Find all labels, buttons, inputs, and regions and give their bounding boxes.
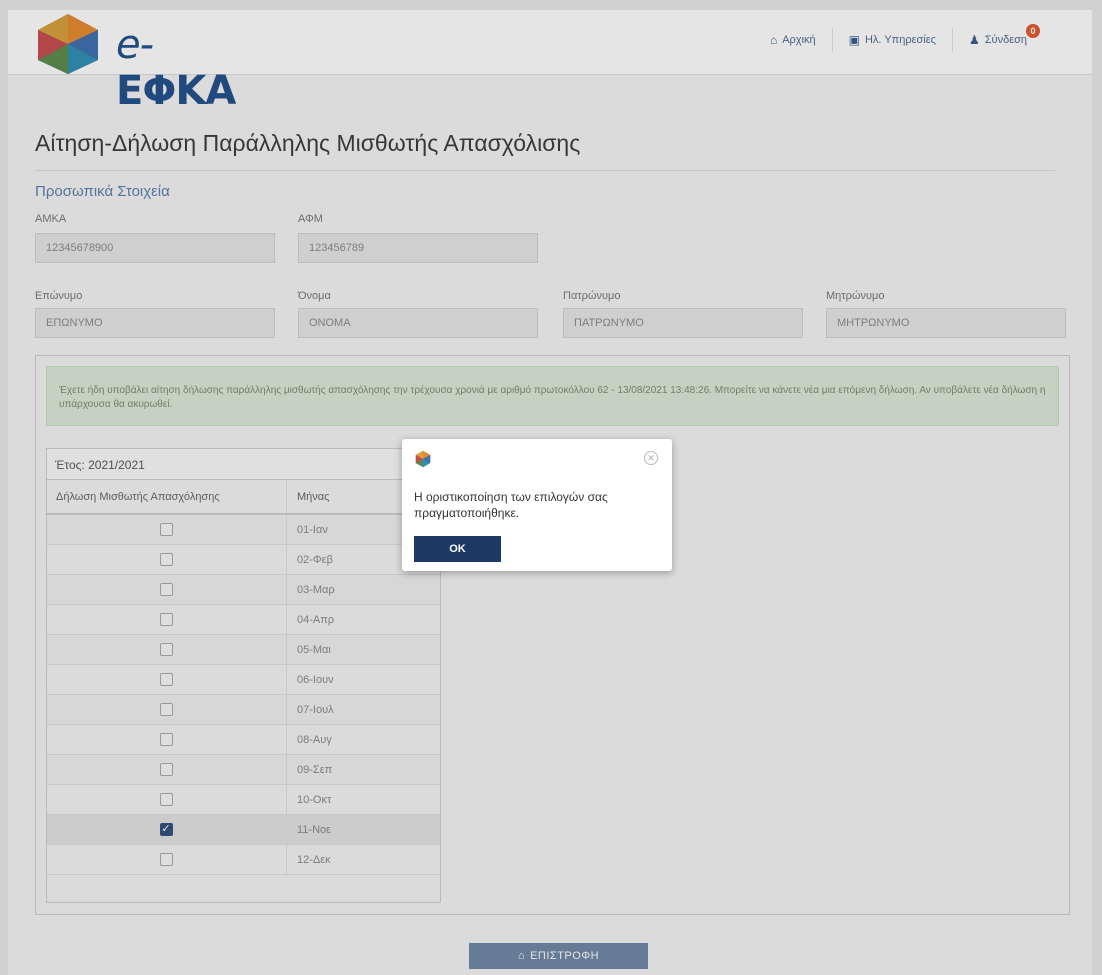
ok-button[interactable]: OK: [414, 536, 501, 562]
confirmation-dialog: ✕ Η οριστικοποίηση των επιλογών σας πραγ…: [402, 439, 672, 571]
hexagon-logo-icon: [415, 450, 431, 468]
dialog-message: Η οριστικοποίηση των επιλογών σας πραγμα…: [414, 490, 608, 520]
close-icon[interactable]: ✕: [644, 451, 658, 465]
